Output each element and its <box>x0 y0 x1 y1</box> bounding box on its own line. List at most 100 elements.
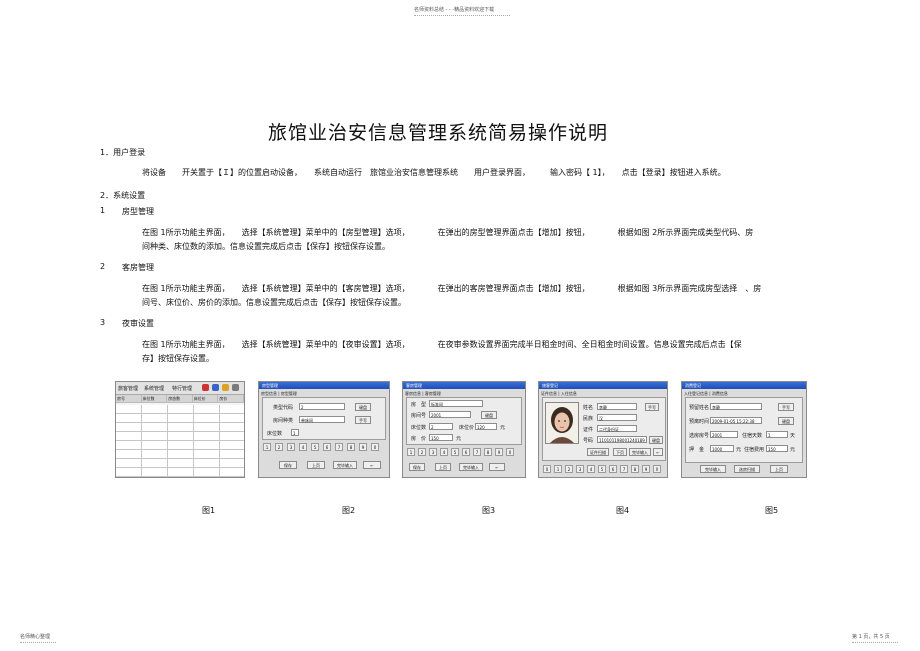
key-0[interactable]: 0 <box>543 465 551 473</box>
input-room-number[interactable]: 2001 <box>710 431 738 438</box>
figure-2-titlebar: 房型管理 <box>259 382 389 389</box>
save-button[interactable]: 保存 <box>409 463 425 471</box>
footer-left-dots <box>20 642 56 643</box>
key-3[interactable]: 3 <box>429 448 437 456</box>
item-2-title: 客房管理 <box>122 263 154 272</box>
select-id-type[interactable]: 二代身份证 <box>597 425 637 432</box>
finish-input-button[interactable]: 完毕输入 <box>333 461 357 469</box>
key-1[interactable]: 1 <box>407 448 415 456</box>
key-5[interactable]: 5 <box>598 465 606 473</box>
finish-input-button[interactable]: 完毕输入 <box>629 448 651 456</box>
prev-page-button[interactable]: 上页 <box>435 463 451 471</box>
grid-col-status: 房态数 <box>167 395 193 403</box>
key-9[interactable]: 9 <box>642 465 650 473</box>
figure-2-room-type-window: 房型管理 房型信息 | 房型管理 类型代码 2 键盘 房间种类 单床间 手写 床… <box>258 381 390 478</box>
item-3-line-2: 存】按钮保存设置。 <box>142 354 214 363</box>
key-8[interactable]: 8 <box>347 443 355 451</box>
key-6[interactable]: 6 <box>609 465 617 473</box>
key-x[interactable]: X <box>653 465 661 473</box>
input-bed-price[interactable]: 120 <box>475 423 497 430</box>
key-8[interactable]: 8 <box>484 448 492 456</box>
menu-item-guest[interactable]: 旅客管理 <box>118 385 138 392</box>
handwrite-button[interactable]: 手写 <box>778 403 794 411</box>
keyboard-button[interactable]: 键盘 <box>778 417 794 425</box>
key-2[interactable]: 2 <box>275 443 283 451</box>
backspace-button[interactable]: ← <box>363 461 381 469</box>
key-4[interactable]: 4 <box>299 443 307 451</box>
key-9[interactable]: 9 <box>359 443 367 451</box>
input-room-number[interactable]: 2001 <box>429 411 471 418</box>
figure-2-caption: 图2 <box>342 506 356 515</box>
key-3[interactable]: 3 <box>287 443 295 451</box>
key-2[interactable]: 2 <box>418 448 426 456</box>
next-page-button[interactable]: 下页 <box>613 448 627 456</box>
item-2-line-2: 间号、床位价、房价的添加。信息设置完成后点击【保存】按钮保存设置。 <box>142 298 406 307</box>
toolbar-icon-red[interactable] <box>202 384 209 391</box>
item-3-title: 夜审设置 <box>122 319 154 328</box>
key-7[interactable]: 7 <box>335 443 343 451</box>
guest-photo <box>545 402 579 444</box>
key-9[interactable]: 9 <box>495 448 503 456</box>
key-7[interactable]: 7 <box>620 465 628 473</box>
input-name[interactable]: 李静 <box>597 403 637 410</box>
key-0[interactable]: 0 <box>506 448 514 456</box>
input-reserved-name[interactable]: 李静 <box>710 403 762 410</box>
key-3[interactable]: 3 <box>576 465 584 473</box>
item-3-line-1: 在图 1所示功能主界面， 选择【系统管理】菜单中的【夜审设置】选项， 在夜审参数… <box>142 340 742 349</box>
keyboard-button[interactable]: 键盘 <box>355 403 371 411</box>
save-button[interactable]: 保存 <box>279 461 297 469</box>
input-room-price[interactable]: 150 <box>429 434 453 441</box>
input-stay-fee[interactable]: 150 <box>766 445 788 452</box>
input-stay-days[interactable]: 1 <box>766 431 788 438</box>
key-0[interactable]: 0 <box>371 443 379 451</box>
key-4[interactable]: 4 <box>440 448 448 456</box>
key-5[interactable]: 5 <box>451 448 459 456</box>
key-8[interactable]: 8 <box>631 465 639 473</box>
select-ethnicity[interactable]: 汉 <box>597 414 637 421</box>
menu-item-special[interactable]: 特行管理 <box>172 385 192 392</box>
input-bed-count[interactable]: 1 <box>291 429 299 436</box>
key-1[interactable]: 1 <box>554 465 562 473</box>
page-header-text: 名师资料总结 - - -精品资料欢迎下载 <box>414 7 495 13</box>
key-1[interactable]: 1 <box>263 443 271 451</box>
prev-page-button[interactable]: 上页 <box>770 465 788 473</box>
figure-5-checkin-window: 消费登记 入住登记信息 | 消费信息 预留姓名 李静 手写 预离时间 2009-… <box>681 381 807 478</box>
unit-yuan-fee: 元 <box>790 447 796 453</box>
figure-4-form-panel: 姓名 李静 手写 民族 汉 证件 二代身份证 号码 11010119800124… <box>542 397 666 461</box>
toolbar-icon-blue[interactable] <box>212 384 219 391</box>
finish-input-button[interactable]: 完毕输入 <box>459 463 483 471</box>
grid-col-beds: 床位数 <box>141 395 168 403</box>
input-bed-count[interactable]: 2 <box>429 423 453 430</box>
figure-2-title: 房型管理 <box>262 383 278 388</box>
backspace-button[interactable]: ← <box>489 463 505 471</box>
keyboard-button[interactable]: 键盘 <box>481 411 497 419</box>
backspace-button[interactable]: ← <box>653 448 663 456</box>
key-4[interactable]: 4 <box>587 465 595 473</box>
input-room-kind[interactable]: 单床间 <box>299 416 345 423</box>
input-departure-time[interactable]: 2009-01-05 15:22:38 <box>710 417 762 424</box>
room-select-scan-button[interactable]: 选房扫描 <box>734 465 760 473</box>
finish-input-button[interactable]: 完毕输入 <box>700 465 726 473</box>
label-room-number: 房间号 <box>411 413 427 419</box>
label-room-type: 房 型 <box>411 402 427 408</box>
keyboard-button[interactable]: 键盘 <box>649 436 663 444</box>
select-room-type[interactable]: 标准间 <box>429 400 483 407</box>
menu-item-system[interactable]: 系统管理 <box>144 385 164 392</box>
grid-col-bed-price: 床位价 <box>192 395 219 403</box>
key-5[interactable]: 5 <box>311 443 319 451</box>
key-2[interactable]: 2 <box>565 465 573 473</box>
label-room-price: 房 价 <box>411 436 427 442</box>
key-6[interactable]: 6 <box>323 443 331 451</box>
item-1-title: 房型管理 <box>122 207 154 216</box>
input-deposit[interactable]: 1000 <box>710 445 734 452</box>
key-7[interactable]: 7 <box>473 448 481 456</box>
toolbar-icon-yellow[interactable] <box>222 384 229 391</box>
id-scan-button[interactable]: 证件扫描 <box>587 448 609 456</box>
input-type-code[interactable]: 2 <box>299 403 345 410</box>
handwrite-button[interactable]: 手写 <box>645 403 659 411</box>
toolbar-icon-gray[interactable] <box>232 384 239 391</box>
key-6[interactable]: 6 <box>462 448 470 456</box>
prev-page-button[interactable]: 上页 <box>307 461 325 469</box>
input-id-number[interactable]: 110101198001240189 <box>597 436 647 443</box>
handwrite-button[interactable]: 手写 <box>355 416 371 424</box>
